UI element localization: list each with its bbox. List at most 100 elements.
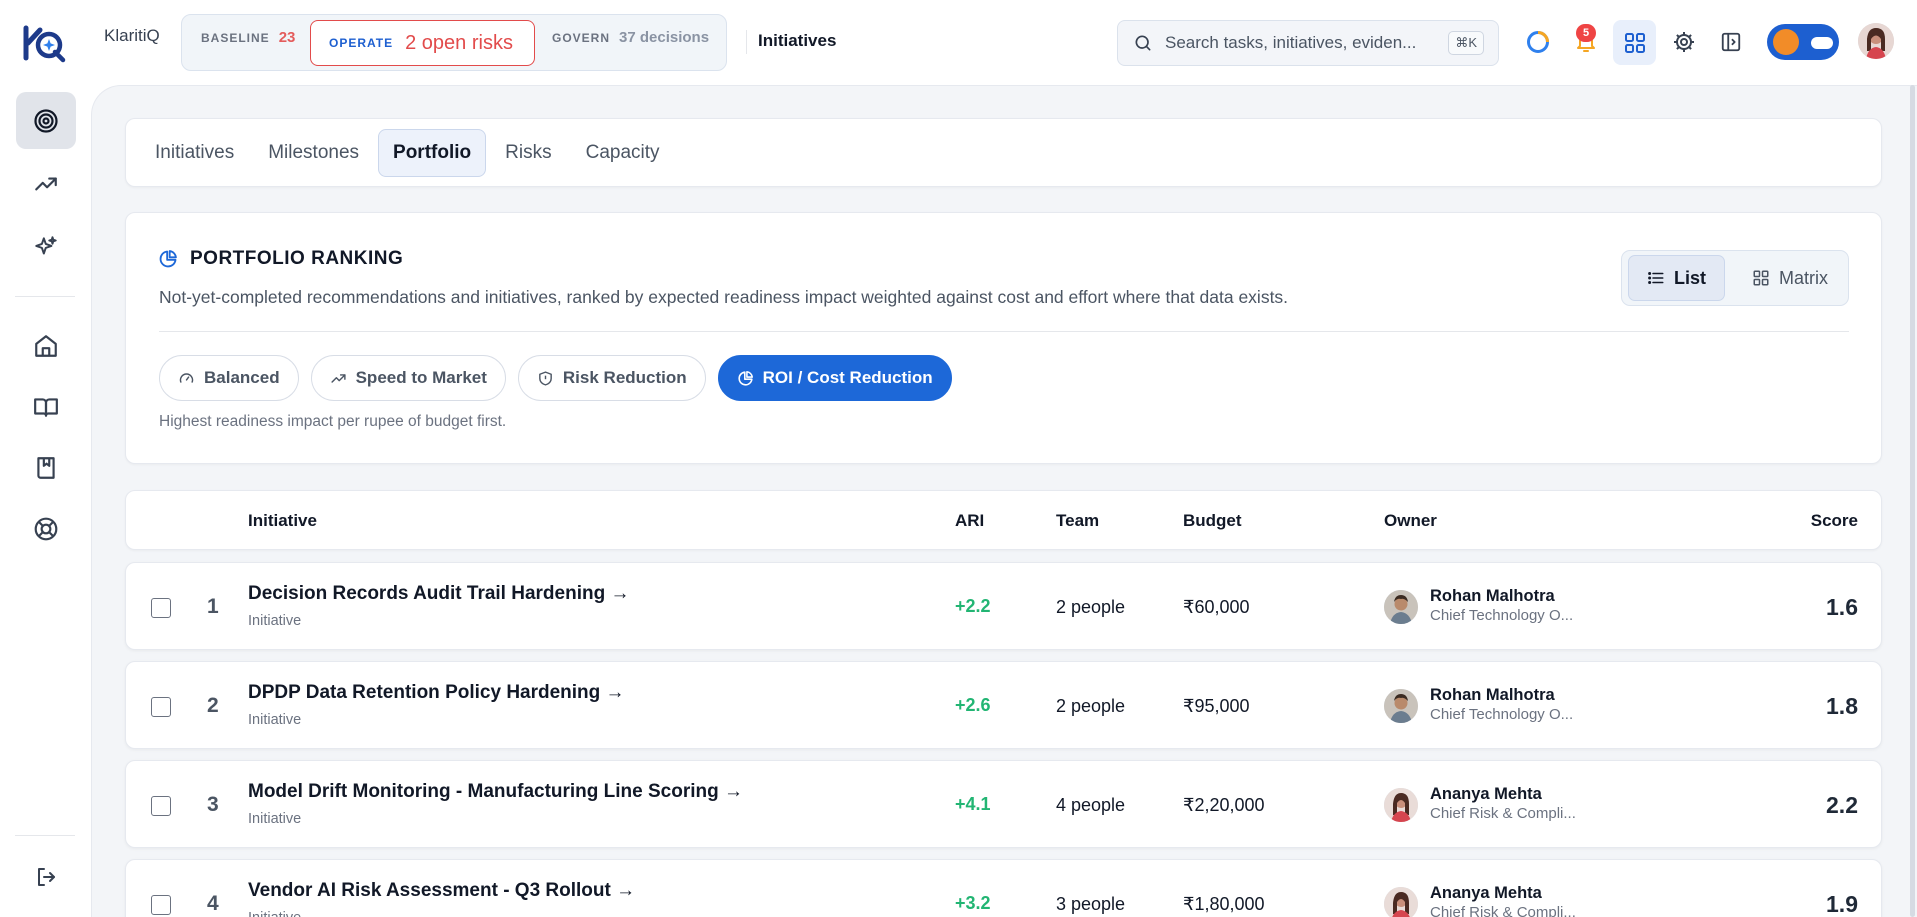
nav-support[interactable] <box>16 500 76 557</box>
phase-operate[interactable]: OPERATE 2 open risks <box>310 20 535 66</box>
row-rank: 1 <box>207 595 219 618</box>
list-view-button[interactable]: List <box>1628 255 1726 301</box>
table-row[interactable]: 2 DPDP Data Retention Policy Hardening →… <box>125 661 1882 749</box>
ranking-divider <box>159 331 1849 332</box>
initiative-link[interactable]: Model Drift Monitoring - Manufacturing L… <box>248 781 743 803</box>
phase-govern[interactable]: GOVERN 37 decisions <box>552 29 709 46</box>
header-ari[interactable]: ARI <box>955 511 984 531</box>
ari-value: +3.2 <box>955 893 991 913</box>
theme-toggle[interactable] <box>1767 24 1839 60</box>
target-icon <box>33 108 59 134</box>
initiative-link[interactable]: Decision Records Audit Trail Hardening → <box>248 583 629 605</box>
shield-icon <box>537 370 554 387</box>
row-checkbox[interactable] <box>151 796 171 816</box>
vertical-scrollbar[interactable] <box>1910 85 1915 917</box>
strategy-speed-to-market[interactable]: Speed to Market <box>310 355 506 401</box>
book-open-icon <box>33 394 59 420</box>
tab-initiatives[interactable]: Initiatives <box>140 129 249 177</box>
logout-button[interactable] <box>16 848 76 905</box>
nav-home[interactable] <box>16 317 76 374</box>
strategy-roi-label: ROI / Cost Reduction <box>762 368 933 387</box>
row-checkbox[interactable] <box>151 598 171 618</box>
team-size: 4 people <box>1056 795 1126 815</box>
left-rail <box>0 85 91 917</box>
owner-role: Chief Risk & Compli... <box>1430 805 1576 822</box>
loading-ring-icon[interactable] <box>1524 28 1552 56</box>
grid-icon <box>1623 31 1647 55</box>
matrix-view-button[interactable]: Matrix <box>1734 255 1846 301</box>
nav-ai-assist[interactable] <box>16 218 76 275</box>
header-budget[interactable]: Budget <box>1183 511 1242 531</box>
tab-capacity[interactable]: Capacity <box>571 129 675 177</box>
row-rank: 4 <box>207 892 219 915</box>
score-value: 2.2 <box>1826 792 1858 818</box>
trending-up-icon <box>330 370 347 387</box>
pie-chart-icon <box>737 370 754 387</box>
team-size: 2 people <box>1056 696 1126 716</box>
row-rank: 2 <box>207 694 219 717</box>
initiative-link[interactable]: Vendor AI Risk Assessment - Q3 Rollout → <box>248 880 635 902</box>
budget-value: ₹2,20,000 <box>1183 795 1265 815</box>
owner-avatar <box>1384 590 1418 624</box>
user-avatar[interactable] <box>1858 23 1894 59</box>
search-input[interactable]: Search tasks, initiatives, eviden... ⌘K <box>1117 20 1499 66</box>
list-icon <box>1647 269 1665 287</box>
header-divider <box>746 30 747 54</box>
nav-bookmarks[interactable] <box>16 439 76 496</box>
row-checkbox[interactable] <box>151 697 171 717</box>
phase-baseline[interactable]: BASELINE 23 <box>201 29 295 46</box>
strategy-balanced[interactable]: Balanced <box>159 355 299 401</box>
initiative-type: Initiative <box>248 910 301 917</box>
strategy-balanced-label: Balanced <box>204 368 280 387</box>
gear-icon[interactable] <box>1670 28 1698 56</box>
tab-risks[interactable]: Risks <box>490 129 566 177</box>
table-row[interactable]: 4 Vendor AI Risk Assessment - Q3 Rollout… <box>125 859 1882 917</box>
portfolio-ranking-card: PORTFOLIO RANKING Not-yet-completed reco… <box>125 212 1882 464</box>
nav-library[interactable] <box>16 378 76 435</box>
strategy-roi-cost-reduction[interactable]: ROI / Cost Reduction <box>717 355 952 401</box>
row-checkbox[interactable] <box>151 895 171 915</box>
lifebuoy-icon <box>33 516 59 542</box>
budget-value: ₹60,000 <box>1183 597 1250 617</box>
ari-value: +4.1 <box>955 794 991 814</box>
grid-icon <box>1752 269 1770 287</box>
owner-name: Ananya Mehta <box>1430 785 1542 803</box>
ranking-header: PORTFOLIO RANKING <box>158 248 403 270</box>
owner-avatar <box>1384 887 1418 917</box>
strategy-chips: Balanced Speed to Market Risk Reduction … <box>159 355 952 401</box>
tab-portfolio[interactable]: Portfolio <box>378 128 487 177</box>
tab-milestones[interactable]: Milestones <box>253 129 374 177</box>
gauge-icon <box>178 370 195 387</box>
apps-grid-button[interactable] <box>1613 20 1656 65</box>
matrix-view-label: Matrix <box>1779 267 1828 288</box>
sun-icon <box>1773 29 1799 55</box>
rail-divider <box>15 296 75 297</box>
table-header: Initiative ARI Team Budget Owner Score <box>125 490 1882 550</box>
header-initiative[interactable]: Initiative <box>248 511 317 531</box>
budget-value: ₹1,80,000 <box>1183 894 1265 914</box>
owner-name: Ananya Mehta <box>1430 884 1542 902</box>
nav-trends[interactable] <box>16 155 76 212</box>
phase-baseline-count: 23 <box>278 29 296 46</box>
top-bar: KlaritiQ BASELINE 23 OPERATE 2 open risk… <box>0 0 1917 85</box>
score-value: 1.8 <box>1826 693 1858 719</box>
sparkles-icon <box>33 234 59 260</box>
initiative-link[interactable]: DPDP Data Retention Policy Hardening → <box>248 682 625 704</box>
table-row[interactable]: 1 Decision Records Audit Trail Hardening… <box>125 562 1882 650</box>
strategy-speed-label: Speed to Market <box>355 368 487 387</box>
cloud-icon <box>1811 37 1833 49</box>
klaritiq-logo-icon[interactable] <box>22 24 66 64</box>
phase-switcher: BASELINE 23 OPERATE 2 open risks GOVERN … <box>181 14 727 71</box>
initiative-type: Initiative <box>248 712 302 728</box>
table-row[interactable]: 3 Model Drift Monitoring - Manufacturing… <box>125 760 1882 848</box>
header-team[interactable]: Team <box>1056 511 1099 531</box>
brand-name: KlaritiQ <box>104 26 160 45</box>
owner-name: Rohan Malhotra <box>1430 686 1555 704</box>
nav-target[interactable] <box>16 92 76 149</box>
header-owner[interactable]: Owner <box>1384 511 1437 531</box>
phase-operate-label: OPERATE <box>329 36 394 50</box>
notification-badge: 5 <box>1576 24 1596 42</box>
panel-toggle-icon[interactable] <box>1717 28 1745 56</box>
strategy-risk-reduction[interactable]: Risk Reduction <box>517 355 706 401</box>
header-score[interactable]: Score <box>1811 511 1858 531</box>
